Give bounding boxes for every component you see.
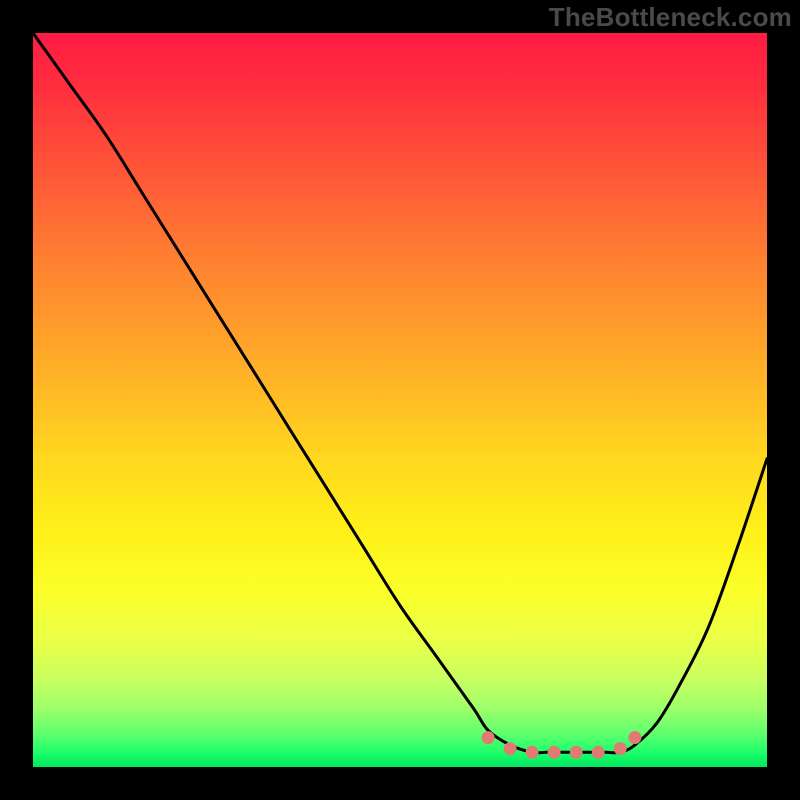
chart-frame: TheBottleneck.com: [0, 0, 800, 800]
valley-marker: [526, 746, 539, 759]
valley-marker: [482, 731, 495, 744]
valley-marker: [592, 746, 605, 759]
valley-marker: [570, 746, 583, 759]
valley-marker: [628, 731, 641, 744]
valley-marker: [548, 746, 561, 759]
valley-marker: [614, 742, 627, 755]
bottleneck-curve: [33, 33, 767, 753]
watermark-text: TheBottleneck.com: [549, 2, 792, 33]
valley-marker: [504, 742, 517, 755]
chart-svg: [33, 33, 767, 767]
valley-markers-group: [482, 731, 642, 759]
